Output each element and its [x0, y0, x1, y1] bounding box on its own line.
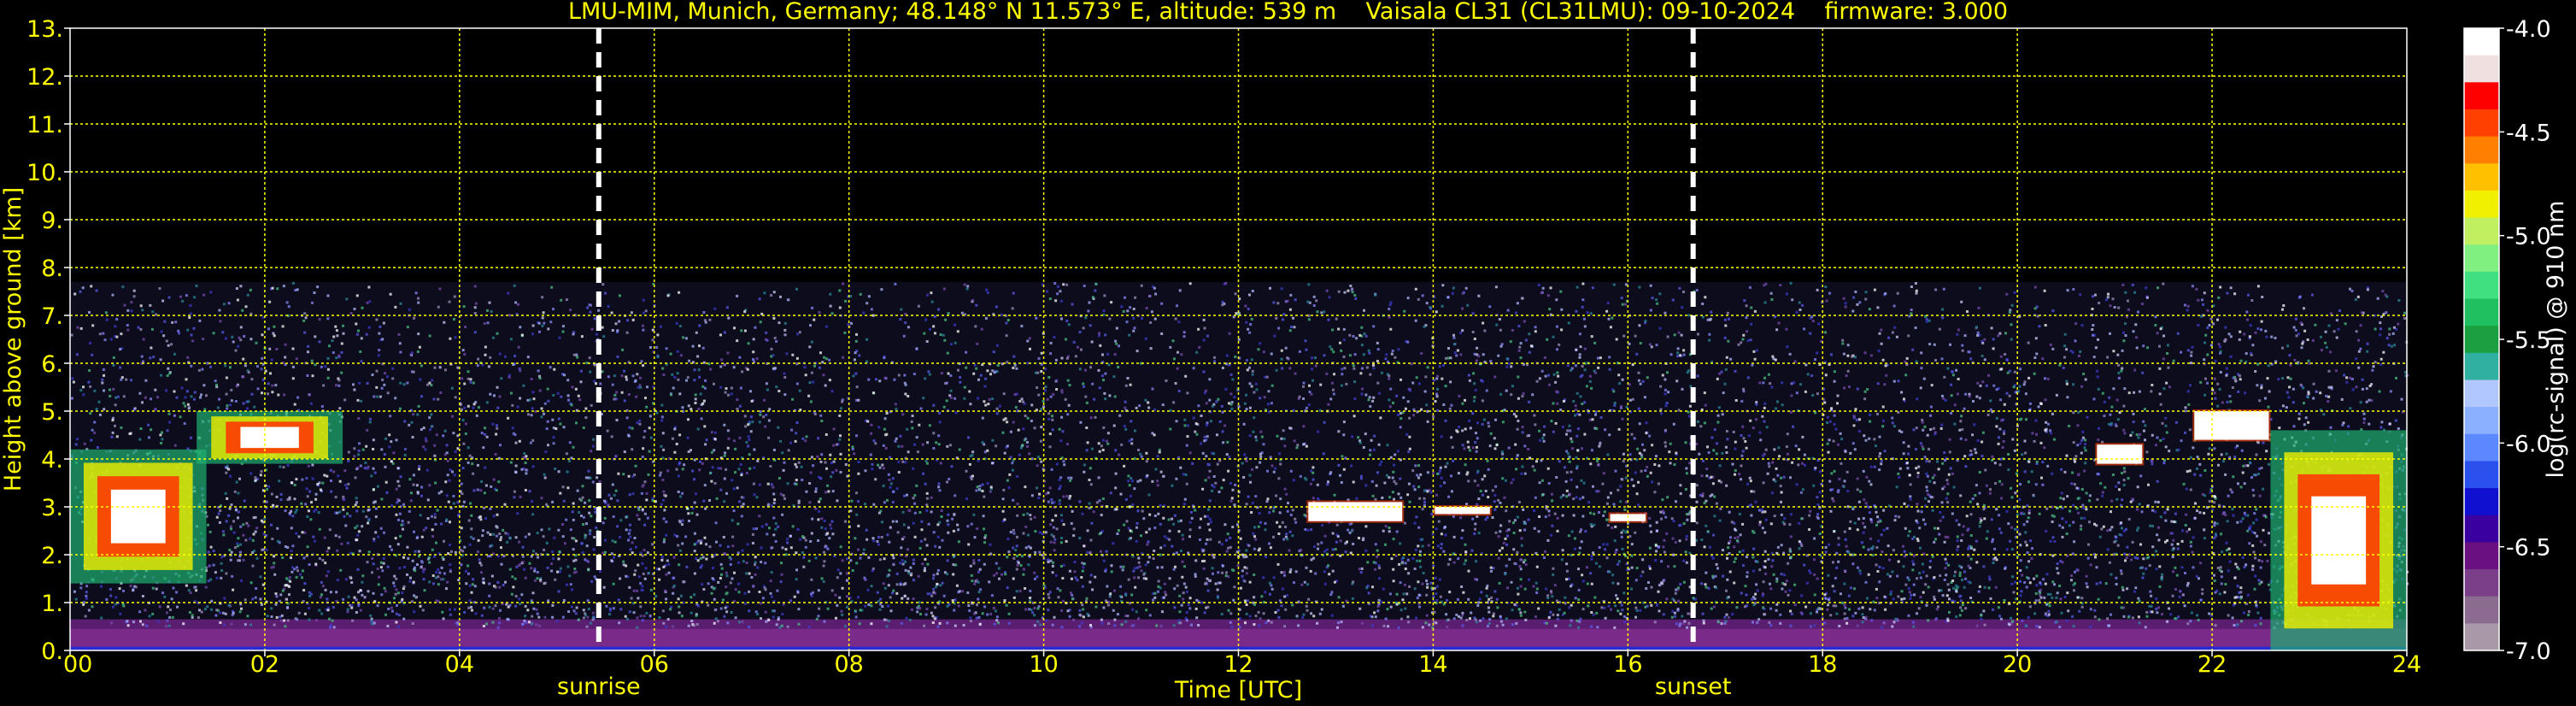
cloud-core	[240, 427, 299, 449]
y-tick-label: 0.	[41, 638, 63, 665]
y-tick-label: 5.	[41, 399, 63, 426]
colorbar-segment	[2464, 163, 2499, 191]
colorbar-segment	[2464, 326, 2499, 354]
y-axis-label: Height above ground [km]	[0, 187, 26, 491]
sunset-label: sunset	[1655, 674, 1732, 700]
colorbar-segment	[2464, 109, 2499, 138]
sunrise-label: sunrise	[557, 674, 641, 700]
ceilometer-plot-page: LMU-MIM, Munich, Germany; 48.148° N 11.5…	[0, 0, 2576, 706]
colorbar-segment	[2464, 190, 2499, 219]
x-tick-label: 20	[2003, 651, 2032, 678]
y-tick-label: 9.	[41, 208, 63, 234]
x-tick-label: 16	[1613, 651, 1642, 678]
cloud-layer	[70, 449, 207, 584]
colorbar-segment	[2464, 271, 2499, 300]
x-tick-label: 24	[2392, 651, 2421, 678]
cloud-layer	[1306, 500, 1405, 523]
x-tick-label: 22	[2198, 651, 2227, 678]
cloud-layer	[197, 411, 343, 464]
colorbar-tick-label: -6.5	[2506, 535, 2551, 562]
colorbar-segment	[2464, 488, 2499, 516]
colorbar-segment	[2464, 433, 2499, 462]
x-tick-label: 08	[834, 651, 863, 678]
colorbar-tick-label: -7.0	[2506, 638, 2551, 665]
x-tick-label: 18	[1808, 651, 1837, 678]
y-tick-label: 1.	[41, 591, 63, 617]
colorbar-segment	[2464, 623, 2499, 651]
y-tick-label: 11.	[26, 112, 63, 138]
cloud-layer	[1433, 505, 1492, 516]
colorbar	[2463, 27, 2504, 651]
x-tick-label: 04	[445, 651, 474, 678]
cloud-layer	[2270, 430, 2407, 650]
colorbar-segment	[2464, 217, 2499, 245]
x-tick-label: 02	[250, 651, 279, 678]
colorbar-label: log(rc-signal) @ 910 nm	[2543, 201, 2569, 479]
colorbar-segment	[2464, 542, 2499, 570]
cloud-core	[1308, 502, 1403, 521]
cloud-core	[2311, 496, 2367, 585]
colorbar-segment	[2464, 298, 2499, 327]
colorbar-segment	[2464, 596, 2499, 624]
x-axis-label: Time [UTC]	[1174, 677, 1302, 703]
cloud-core	[2194, 411, 2269, 440]
x-tick-label: 00	[63, 651, 92, 678]
colorbar-segment	[2464, 244, 2499, 273]
colorbar-segment	[2464, 55, 2499, 83]
cloud-core	[2097, 444, 2143, 464]
y-tick-label: 10.	[26, 160, 63, 186]
colorbar-segment	[2464, 136, 2499, 164]
cloud-layer	[2192, 409, 2271, 442]
colorbar-tick-label: -4.0	[2506, 16, 2551, 43]
x-tick-label: 06	[640, 651, 669, 678]
cloud-layer	[2095, 443, 2145, 466]
colorbar-segment	[2464, 28, 2499, 56]
y-tick-label: 8.	[41, 256, 63, 282]
x-tick-label: 12	[1223, 651, 1253, 678]
y-tick-label: 3.	[41, 495, 63, 521]
colorbar-segment	[2464, 379, 2499, 408]
colorbar-segment	[2464, 515, 2499, 543]
y-tick-label: 2.	[41, 543, 63, 569]
y-tick-label: 13.	[26, 16, 63, 43]
y-tick-label: 4.	[41, 447, 63, 474]
ceilometer-chart: sunrise sunset 00 02 04 06 08 10 12 14 16 18 20 22 24 0…	[0, 16, 2569, 703]
y-tick-label: 12.	[26, 64, 63, 91]
y-tick-label: 7.	[41, 303, 63, 330]
colorbar-segment	[2464, 461, 2499, 489]
colorbar-tick-label: -4.5	[2506, 120, 2551, 146]
x-tick-label: 10	[1029, 651, 1058, 678]
colorbar-segment	[2464, 569, 2499, 597]
cloud-core	[1435, 507, 1490, 515]
colorbar-segment	[2464, 407, 2499, 435]
colorbar-segment	[2464, 82, 2499, 110]
backscatter-field	[70, 281, 2409, 650]
colorbar-segment	[2464, 352, 2499, 380]
cloud-core	[110, 489, 166, 544]
x-tick-label: 14	[1418, 651, 1447, 678]
y-tick-label: 6.	[41, 351, 63, 378]
